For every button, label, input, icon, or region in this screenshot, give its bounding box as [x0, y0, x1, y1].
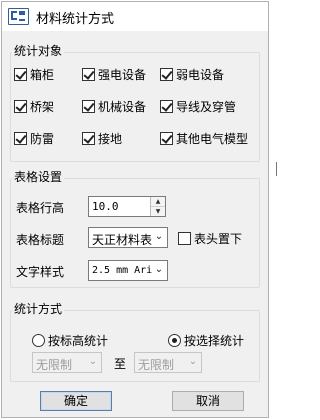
objects-group-label: 统计对象: [12, 42, 65, 59]
checkbox-cable-tray[interactable]: 桥架: [14, 98, 54, 114]
checkbox-grounding-box[interactable]: [82, 131, 95, 145]
checkbox-header-below[interactable]: 表头置下: [178, 230, 242, 246]
checkbox-weak-electric-box[interactable]: [160, 67, 173, 81]
radio-by-elevation-circle[interactable]: [32, 333, 45, 347]
checkbox-grounding-label: 接地: [98, 131, 123, 146]
text-style-select[interactable]: 2.5 mm Ari ⌄: [88, 260, 168, 281]
title-bar: 材料统计方式: [2, 2, 268, 31]
checkbox-wire-conduit[interactable]: 导线及穿管: [160, 98, 236, 114]
table-settings-group-label: 表格设置: [12, 168, 65, 185]
checkbox-mechanical-label: 机械设备: [98, 99, 147, 114]
elevation-to-select: 无限制 ⌄: [134, 352, 202, 373]
checkbox-weak-electric[interactable]: 弱电设备: [160, 66, 224, 82]
checkbox-cable-tray-label: 桥架: [30, 99, 55, 114]
radio-by-selection-label: 按选择统计: [184, 333, 245, 348]
table-title-label: 表格标题: [16, 233, 65, 247]
checkbox-cable-tray-box[interactable]: [14, 99, 27, 113]
checkbox-other-models-label: 其他电气模型: [176, 131, 249, 146]
checkbox-cabinet[interactable]: 箱柜: [14, 66, 54, 82]
radio-by-elevation-label: 按标高统计: [48, 333, 109, 348]
row-height-value[interactable]: 10.0: [92, 200, 119, 213]
range-to-label: 至: [114, 357, 127, 371]
text-style-value: 2.5 mm Ari: [92, 265, 153, 276]
radio-by-elevation[interactable]: 按标高统计: [32, 332, 108, 348]
app-logo-icon: [8, 8, 29, 25]
checkbox-other-models-box[interactable]: [160, 131, 173, 145]
checkbox-wire-conduit-label: 导线及穿管: [176, 99, 237, 114]
elevation-from-select: 无限制 ⌄: [32, 352, 102, 373]
table-title-select[interactable]: 天正材料表 ⌄: [88, 227, 168, 248]
checkbox-cabinet-box[interactable]: [14, 67, 27, 81]
chevron-down-icon: ⌄: [88, 356, 98, 367]
checkbox-wire-conduit-box[interactable]: [160, 99, 173, 113]
checkbox-strong-electric[interactable]: 强电设备: [82, 66, 146, 82]
checkbox-header-below-box[interactable]: [178, 231, 191, 245]
window-title: 材料统计方式: [36, 12, 115, 27]
radio-by-selection[interactable]: 按选择统计: [168, 332, 244, 348]
checkbox-lightning[interactable]: 防雷: [14, 130, 54, 146]
background-divider: [276, 162, 277, 176]
spin-down-icon[interactable]: ▼: [151, 207, 165, 216]
table-title-value: 天正材料表: [92, 233, 153, 247]
chevron-down-icon[interactable]: ⌄: [154, 231, 164, 243]
checkbox-mechanical-box[interactable]: [82, 99, 95, 113]
checkbox-lightning-label: 防雷: [30, 131, 55, 146]
elevation-to-value: 无限制: [138, 358, 175, 372]
text-style-label: 文字样式: [16, 265, 65, 279]
radio-by-selection-circle[interactable]: [168, 333, 181, 347]
elevation-from-value: 无限制: [36, 358, 73, 372]
checkbox-cabinet-label: 箱柜: [30, 67, 55, 82]
checkbox-strong-electric-box[interactable]: [82, 67, 95, 81]
chevron-down-icon: ⌄: [188, 356, 198, 367]
checkbox-mechanical[interactable]: 机械设备: [82, 98, 146, 114]
checkbox-lightning-box[interactable]: [14, 131, 27, 145]
row-height-label: 表格行高: [16, 201, 65, 215]
chevron-down-icon[interactable]: ⌄: [154, 264, 164, 276]
ok-button[interactable]: 确定: [40, 391, 112, 411]
cancel-button[interactable]: 取消: [172, 391, 244, 411]
spin-up-icon[interactable]: ▲: [151, 197, 165, 207]
method-group-label: 统计方式: [12, 300, 65, 317]
checkbox-header-below-label: 表头置下: [194, 231, 243, 246]
checkbox-grounding[interactable]: 接地: [82, 130, 122, 146]
checkbox-other-models[interactable]: 其他电气模型: [160, 130, 248, 146]
checkbox-weak-electric-label: 弱电设备: [176, 67, 225, 82]
row-height-spinner[interactable]: 10.0 ▲ ▼: [88, 196, 166, 217]
checkbox-strong-electric-label: 强电设备: [98, 67, 147, 82]
material-stats-dialog: 材料统计方式 统计对象 箱柜 强电设备 弱电设备 桥架 机械设备 导线及穿管 防…: [1, 1, 269, 418]
